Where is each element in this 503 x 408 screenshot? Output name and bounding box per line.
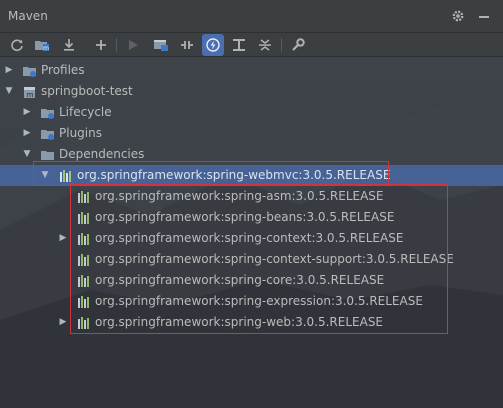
tree-label: org.springframework:spring-context-suppo… [95,252,454,266]
panel-title: Maven [8,9,48,23]
plus-icon[interactable] [90,34,112,56]
collapse-arrow-icon[interactable]: ▼ [40,170,50,180]
tree-label: org.springframework:spring-core:3.0.5.RE… [95,273,385,287]
show-dependencies-icon[interactable] [228,34,250,56]
library-icon [76,273,92,289]
tree-node-dependencies[interactable]: ▼ Dependencies [0,144,503,165]
maven-project-tree: ▶ Profiles ▼ m springboot-test ▶ Lifecyc… [0,58,503,408]
folder-icon [40,147,56,163]
tree-node-dependency-child[interactable]: org.springframework:spring-core:3.0.5.RE… [0,270,503,291]
refresh-icon[interactable] [6,34,28,56]
skip-tests-icon[interactable] [202,34,224,56]
tree-node-dependency-child[interactable]: ▶ org.springframework:spring-context:3.0… [0,228,503,249]
tree-node-lifecycle[interactable]: ▶ Lifecycle [0,102,503,123]
download-icon[interactable] [58,34,80,56]
expand-arrow-icon[interactable]: ▶ [58,317,68,327]
tree-node-dependency-child[interactable]: org.springframework:spring-context-suppo… [0,249,503,270]
tree-node-dependency-child[interactable]: org.springframework:spring-expression:3.… [0,291,503,312]
library-icon [76,210,92,226]
execute-goal-icon[interactable] [150,34,172,56]
folder-settings-icon [40,126,56,142]
maven-module-icon: m [22,84,38,100]
folder-settings-icon [22,63,38,79]
tree-label: Dependencies [59,147,145,161]
run-icon[interactable] [122,34,144,56]
expand-arrow-icon[interactable]: ▶ [22,128,32,138]
settings-wrench-icon[interactable] [287,34,309,56]
tree-node-dependency-child[interactable]: ▶ org.springframework:spring-web:3.0.5.R… [0,312,503,333]
tree-label: org.springframework:spring-asm:3.0.5.REL… [95,189,384,203]
add-maven-projects-icon[interactable]: m [31,34,53,56]
library-icon [76,189,92,205]
toggle-offline-icon[interactable] [176,34,198,56]
tree-node-dependency-child[interactable]: org.springframework:spring-asm:3.0.5.REL… [0,186,503,207]
tree-label: org.springframework:spring-context:3.0.5… [95,231,404,245]
tree-label: springboot-test [41,84,133,98]
expand-arrow-icon[interactable]: ▶ [58,233,68,243]
svg-text:m: m [27,91,34,99]
tree-label: org.springframework:spring-beans:3.0.5.R… [95,210,395,224]
gear-icon[interactable] [449,7,467,25]
tree-label: org.springframework:spring-web:3.0.5.REL… [95,315,384,329]
library-icon [76,231,92,247]
tree-label: org.springframework:spring-expression:3.… [95,294,423,308]
tree-label: Lifecycle [59,105,112,119]
library-icon [76,315,92,331]
tree-node-project[interactable]: ▼ m springboot-test [0,81,503,102]
maven-toolbar: m [0,33,503,57]
collapse-arrow-icon[interactable]: ▼ [22,149,32,159]
panel-titlebar: Maven [0,0,503,33]
tree-label: Plugins [59,126,102,140]
library-icon [76,252,92,268]
tree-node-plugins[interactable]: ▶ Plugins [0,123,503,144]
library-icon [58,168,74,184]
svg-text:m: m [43,45,49,52]
expand-arrow-icon[interactable]: ▶ [22,107,32,117]
library-icon [76,294,92,310]
expand-arrow-icon[interactable]: ▶ [4,65,14,75]
tree-label: org.springframework:spring-webmvc:3.0.5.… [77,168,391,182]
folder-settings-icon [40,105,56,121]
collapse-arrow-icon[interactable]: ▼ [4,86,14,96]
tree-node-dependency-child[interactable]: org.springframework:spring-beans:3.0.5.R… [0,207,503,228]
tree-node-profiles[interactable]: ▶ Profiles [0,60,503,81]
collapse-all-icon[interactable] [254,34,276,56]
tree-node-spring-webmvc[interactable]: ▼ org.springframework:spring-webmvc:3.0.… [0,165,503,186]
tree-label: Profiles [41,63,85,77]
minimize-icon[interactable] [475,7,493,25]
